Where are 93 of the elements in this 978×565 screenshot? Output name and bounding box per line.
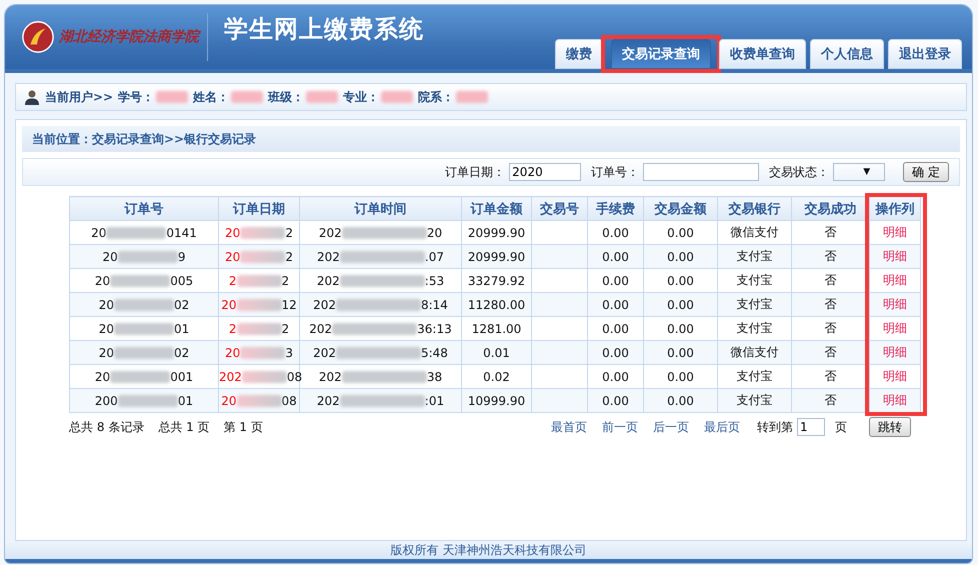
table-cell: 202 8:14 (300, 292, 462, 316)
pager-summary: 总共 1 页 (158, 418, 210, 436)
nav-tab[interactable]: 个人信息 (810, 39, 884, 69)
column-header: 手续费 (588, 196, 644, 220)
table-cell: 支付宝 (718, 292, 792, 316)
table-cell: 微信支付 (718, 340, 792, 364)
table-cell: 202 08 (218, 364, 300, 388)
page-unit-label: 页 (835, 418, 847, 436)
table-cell: 0.01 (462, 340, 532, 364)
confirm-button[interactable]: 确 定 (903, 162, 949, 182)
table-cell: 202 :53 (300, 268, 462, 292)
system-title: 学生网上缴费系统 (224, 14, 424, 45)
column-header: 订单金额 (462, 196, 532, 220)
pager-link[interactable]: 最首页 (551, 418, 587, 436)
table-cell: 0.00 (588, 292, 644, 316)
table-cell: 20 2 (218, 244, 300, 268)
order-date-label: 订单日期： (445, 164, 506, 180)
table-cell: 20 08 (218, 388, 300, 412)
trade-status-label: 交易状态： (769, 164, 830, 180)
order-date-field[interactable]: 2020 (509, 163, 582, 181)
table-cell: 2 2 (218, 268, 300, 292)
table-cell: 202 5:48 (300, 340, 462, 364)
redacted-value (156, 91, 188, 103)
column-header: 订单日期 (218, 196, 300, 220)
column-header: 订单号 (70, 196, 218, 220)
table-cell: 0.00 (644, 388, 718, 412)
table-cell: 20 005 (70, 268, 218, 292)
column-header: 订单时间 (300, 196, 462, 220)
pager-summary: 总共 8 条记录 (69, 418, 144, 436)
table-cell: 0.00 (644, 244, 718, 268)
current-user-label: 当前用户>> (45, 88, 114, 106)
table-cell: 20 9 (70, 244, 218, 268)
table-cell: 支付宝 (718, 388, 792, 412)
table-cell: 0.00 (644, 292, 718, 316)
table-cell: 20 02 (70, 340, 218, 364)
table-cell: 0.00 (588, 340, 644, 364)
table-cell: 202 .07 (300, 244, 462, 268)
table-cell: 20 12 (218, 292, 300, 316)
table-cell: 否 (792, 244, 870, 268)
logo-text: 湖北经济学院法商学院 (59, 28, 199, 46)
trade-status-dropdown[interactable]: ▼ (833, 163, 886, 181)
table-cell: 20999.90 (462, 244, 532, 268)
user-avatar-icon (24, 89, 40, 105)
order-no-field[interactable] (643, 163, 760, 181)
table-cell: 10999.90 (462, 388, 532, 412)
table-cell: 否 (792, 340, 870, 364)
table-cell: 202 :01 (300, 388, 462, 412)
column-header: 交易银行 (718, 196, 792, 220)
table-cell: 否 (792, 388, 870, 412)
redacted-value (231, 91, 264, 103)
user-field-label: 专业： (343, 88, 380, 106)
table-cell: 202 36:13 (300, 316, 462, 340)
table-cell: 0.00 (588, 388, 644, 412)
pager-link[interactable]: 最后页 (704, 418, 740, 436)
column-header: 交易金额 (644, 196, 718, 220)
pager-link[interactable]: 后一页 (653, 418, 689, 436)
redacted-value (306, 91, 338, 103)
table-cell: 支付宝 (718, 244, 792, 268)
column-header: 交易号 (532, 196, 588, 220)
table-cell: 否 (792, 292, 870, 316)
table-cell: 202 20 (300, 220, 462, 244)
table-cell: 20 02 (70, 292, 218, 316)
logo-emblem-icon (21, 20, 55, 54)
table-cell: 0.00 (588, 244, 644, 268)
page-number-field[interactable]: 1 (797, 418, 825, 436)
table-cell: 20 0141 (70, 220, 218, 244)
table-cell: 20 01 (70, 316, 218, 340)
order-no-label: 订单号： (591, 164, 640, 180)
nav-tab[interactable]: 缴费 (555, 39, 603, 69)
redacted-value (456, 91, 488, 103)
copyright-text: 版权所有 天津神州浩天科技有限公司 (390, 542, 586, 558)
pager-summary: 第 1 页 (224, 418, 263, 436)
table-cell: 20 001 (70, 364, 218, 388)
goto-label: 转到第 (757, 418, 793, 436)
breadcrumb: 当前位置：交易记录查询>>银行交易记录 (32, 130, 256, 148)
table-cell: 11280.00 (462, 292, 532, 316)
jump-button[interactable]: 跳转 (869, 417, 911, 437)
table-cell: 2 2 (218, 316, 300, 340)
table-cell: 200 01 (70, 388, 218, 412)
redacted-value (381, 91, 414, 103)
pager-link[interactable]: 前一页 (602, 418, 638, 436)
column-header: 操作列 (870, 196, 920, 220)
column-header: 交易成功 (792, 196, 870, 220)
table-cell: 20 2 (218, 220, 300, 244)
user-field-label: 姓名： (193, 88, 230, 106)
user-field-label: 学号： (118, 88, 154, 106)
user-field-label: 班级： (268, 88, 304, 106)
table-cell: 20 3 (218, 340, 300, 364)
nav-tab[interactable]: 收费单查询 (719, 39, 806, 69)
nav-tab[interactable]: 退出登录 (888, 39, 962, 69)
nav-tab[interactable]: 交易记录查询 (611, 39, 711, 69)
user-field-label: 院系： (418, 88, 454, 106)
table-cell: 0.00 (644, 340, 718, 364)
